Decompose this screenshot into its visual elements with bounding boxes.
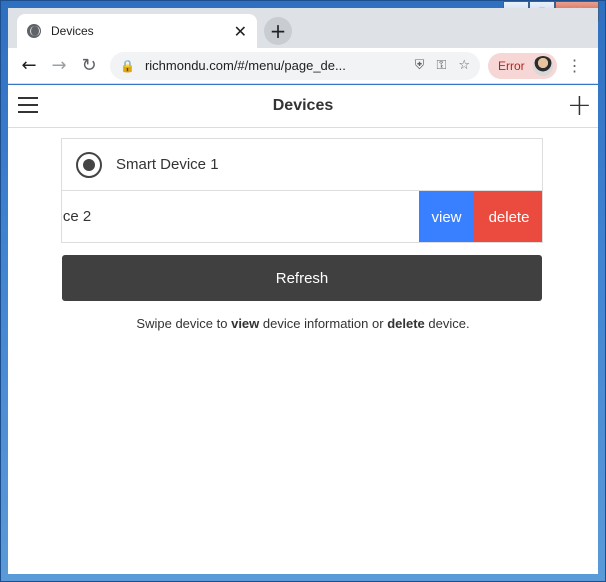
profile-error-pill[interactable]: Error (488, 52, 557, 79)
app-content: Devices + Smart Device 1 vice 2 view del… (8, 85, 598, 574)
device-list: Smart Device 1 vice 2 view delete (61, 138, 543, 243)
address-bar[interactable]: 🔒 richmondu.com/#/menu/page_de... ⛨ ⚿ ☆ (110, 51, 480, 80)
device-item[interactable]: vice 2 view delete (62, 191, 542, 243)
refresh-button[interactable]: Refresh (62, 255, 542, 301)
tab-title: Devices (51, 24, 94, 38)
add-device-icon[interactable]: + (567, 91, 592, 121)
lock-icon[interactable]: 🔒 (120, 59, 135, 73)
globe-icon (27, 24, 41, 38)
browser-tab[interactable]: Devices ✕ (17, 14, 257, 48)
kebab-menu-icon[interactable]: ⋮ (567, 56, 583, 75)
device-item[interactable]: Smart Device 1 (62, 139, 542, 191)
device-radio-icon (76, 152, 102, 178)
delete-device-button[interactable]: delete (474, 191, 542, 242)
key-icon[interactable]: ⚿ (436, 58, 446, 73)
star-icon[interactable]: ☆ (458, 58, 470, 73)
new-tab-button[interactable]: + (264, 17, 292, 45)
reload-icon[interactable]: ↻ (74, 51, 104, 81)
device-name: Smart Device 1 (116, 156, 219, 173)
device-name: vice 2 (62, 208, 92, 225)
tab-close-icon[interactable]: ✕ (234, 22, 247, 41)
browser-toolbar: ← → ↻ 🔒 richmondu.com/#/menu/page_de... … (8, 48, 598, 84)
shield-blocked-icon[interactable]: ⛨ (415, 58, 425, 73)
view-device-button[interactable]: view (419, 191, 474, 242)
page-title: Devices (272, 97, 334, 114)
browser-tabstrip: Devices ✕ + (8, 8, 598, 48)
app-header: Devices + (8, 85, 598, 128)
omnibox-icons: ⛨ ⚿ ☆ (415, 58, 470, 73)
forward-arrow-icon[interactable]: → (44, 51, 74, 81)
menu-icon[interactable] (18, 97, 38, 113)
error-label: Error (498, 58, 525, 73)
avatar (532, 55, 553, 76)
swipe-hint: Swipe device to view device information … (136, 316, 470, 331)
back-arrow-icon[interactable]: ← (14, 51, 44, 81)
url-text[interactable]: richmondu.com/#/menu/page_de... (145, 58, 415, 73)
